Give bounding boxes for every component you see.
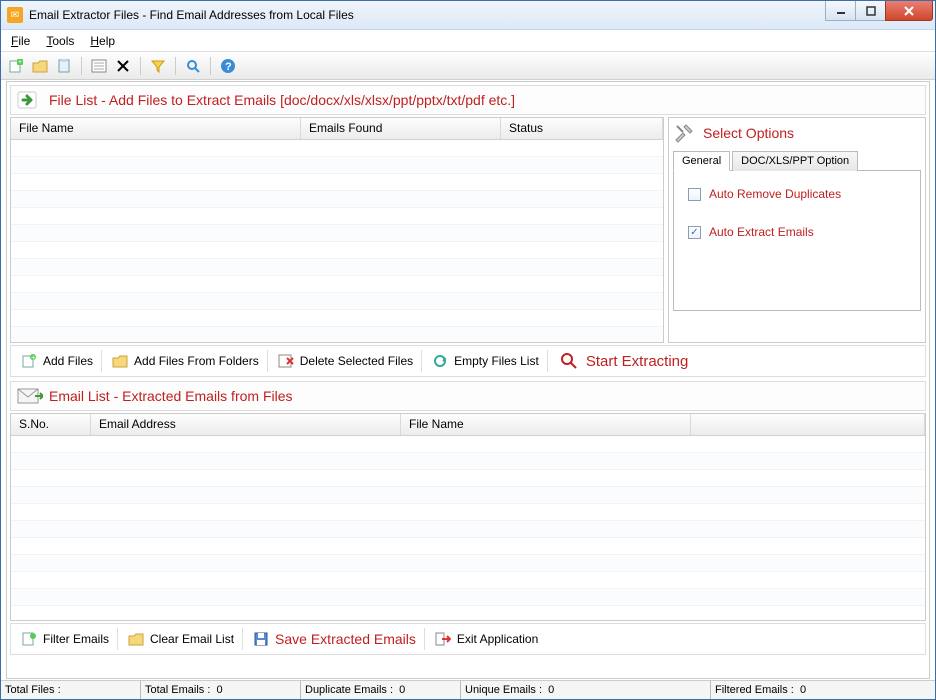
maximize-button[interactable] (855, 1, 886, 21)
clear-list-icon (128, 631, 144, 647)
status-unique-emails: Unique Emails : 0 (461, 681, 711, 699)
delete-list-icon (278, 353, 294, 369)
tab-general[interactable]: General (673, 151, 730, 171)
titlebar[interactable]: ✉ Email Extractor Files - Find Email Add… (1, 1, 935, 30)
tab-office[interactable]: DOC/XLS/PPT Option (732, 151, 858, 171)
svg-text:+: + (18, 59, 22, 66)
email-action-bar: Filter Emails Clear Email List Save Extr… (10, 623, 926, 655)
col-status[interactable]: Status (501, 118, 663, 139)
window-title: Email Extractor Files - Find Email Addre… (29, 8, 354, 22)
filter-icon[interactable] (149, 57, 167, 75)
menu-help[interactable]: Help (90, 34, 115, 48)
folder-icon (112, 353, 128, 369)
status-duplicate-emails: Duplicate Emails : 0 (301, 681, 461, 699)
search-icon (560, 352, 578, 370)
status-filtered-emails: Filtered Emails : 0 (711, 681, 935, 699)
envelope-icon (17, 386, 39, 406)
content-area: File List - Add Files to Extract Emails … (6, 81, 930, 679)
menu-tools[interactable]: Tools (46, 34, 74, 48)
options-tab-body: Auto Remove Duplicates ✓ Auto Extract Em… (673, 171, 921, 311)
svg-text:?: ? (225, 61, 232, 73)
app-icon: ✉ (7, 7, 23, 23)
col-file[interactable]: File Name (401, 414, 691, 435)
file-list-header: File List - Add Files to Extract Emails … (10, 85, 926, 115)
clear-email-list-button[interactable]: Clear Email List (120, 628, 243, 650)
checkbox-auto-remove[interactable] (688, 188, 701, 201)
save-emails-button[interactable]: Save Extracted Emails (245, 628, 425, 650)
email-list-title: Email List - Extracted Emails from Files (49, 388, 293, 404)
status-total-emails: Total Emails : 0 (141, 681, 301, 699)
options-tabs: General DOC/XLS/PPT Option (673, 150, 921, 171)
file-list-title: File List - Add Files to Extract Emails … (49, 92, 515, 108)
add-folder-icon[interactable] (31, 57, 49, 75)
tools-icon (673, 122, 695, 144)
close-button[interactable] (885, 1, 933, 21)
add-files-icon[interactable]: + (7, 57, 25, 75)
add-files-icon: + (21, 353, 37, 369)
col-emails-found[interactable]: Emails Found (301, 118, 501, 139)
app-window: ✉ Email Extractor Files - Find Email Add… (0, 0, 936, 700)
filter-list-icon (21, 631, 37, 647)
col-filename[interactable]: File Name (11, 118, 301, 139)
arrow-right-icon (17, 90, 39, 110)
menubar: File Tools Help (1, 30, 935, 52)
exit-icon (435, 631, 451, 647)
delete-icon[interactable] (114, 57, 132, 75)
exit-button[interactable]: Exit Application (427, 628, 546, 650)
search-icon[interactable] (184, 57, 202, 75)
add-folder-button[interactable]: Add Files From Folders (104, 350, 268, 372)
status-bar: Total Files : Total Emails : 0 Duplicate… (1, 680, 935, 699)
col-sno[interactable]: S.No. (11, 414, 91, 435)
paste-icon[interactable] (55, 57, 73, 75)
email-list-header: Email List - Extracted Emails from Files (10, 381, 926, 411)
label-auto-extract: Auto Extract Emails (709, 225, 814, 239)
options-title: Select Options (703, 125, 794, 141)
empty-list-button[interactable]: Empty Files List (424, 350, 548, 372)
file-list-table[interactable]: File Name Emails Found Status (10, 117, 664, 343)
filter-emails-button[interactable]: Filter Emails (13, 628, 118, 650)
file-list-rows (11, 140, 663, 343)
minimize-button[interactable] (825, 1, 856, 21)
start-extracting-button[interactable]: Start Extracting (550, 352, 689, 370)
col-email[interactable]: Email Address (91, 414, 401, 435)
menu-file[interactable]: File (11, 34, 30, 48)
toolbar: + ? (1, 52, 935, 80)
options-panel: Select Options General DOC/XLS/PPT Optio… (668, 117, 926, 343)
file-action-bar: + Add Files Add Files From Folders Delet… (10, 345, 926, 377)
checkbox-auto-extract[interactable]: ✓ (688, 226, 701, 239)
add-files-button[interactable]: + Add Files (13, 350, 102, 372)
delete-selected-button[interactable]: Delete Selected Files (270, 350, 422, 372)
email-list-rows (11, 436, 925, 621)
label-auto-remove: Auto Remove Duplicates (709, 187, 841, 201)
refresh-icon (432, 353, 448, 369)
list-icon[interactable] (90, 57, 108, 75)
help-icon[interactable]: ? (219, 57, 237, 75)
status-total-files: Total Files : (1, 681, 141, 699)
svg-text:+: + (31, 353, 36, 362)
email-list-table[interactable]: S.No. Email Address File Name (10, 413, 926, 621)
col-blank (691, 414, 925, 435)
save-icon (253, 631, 269, 647)
